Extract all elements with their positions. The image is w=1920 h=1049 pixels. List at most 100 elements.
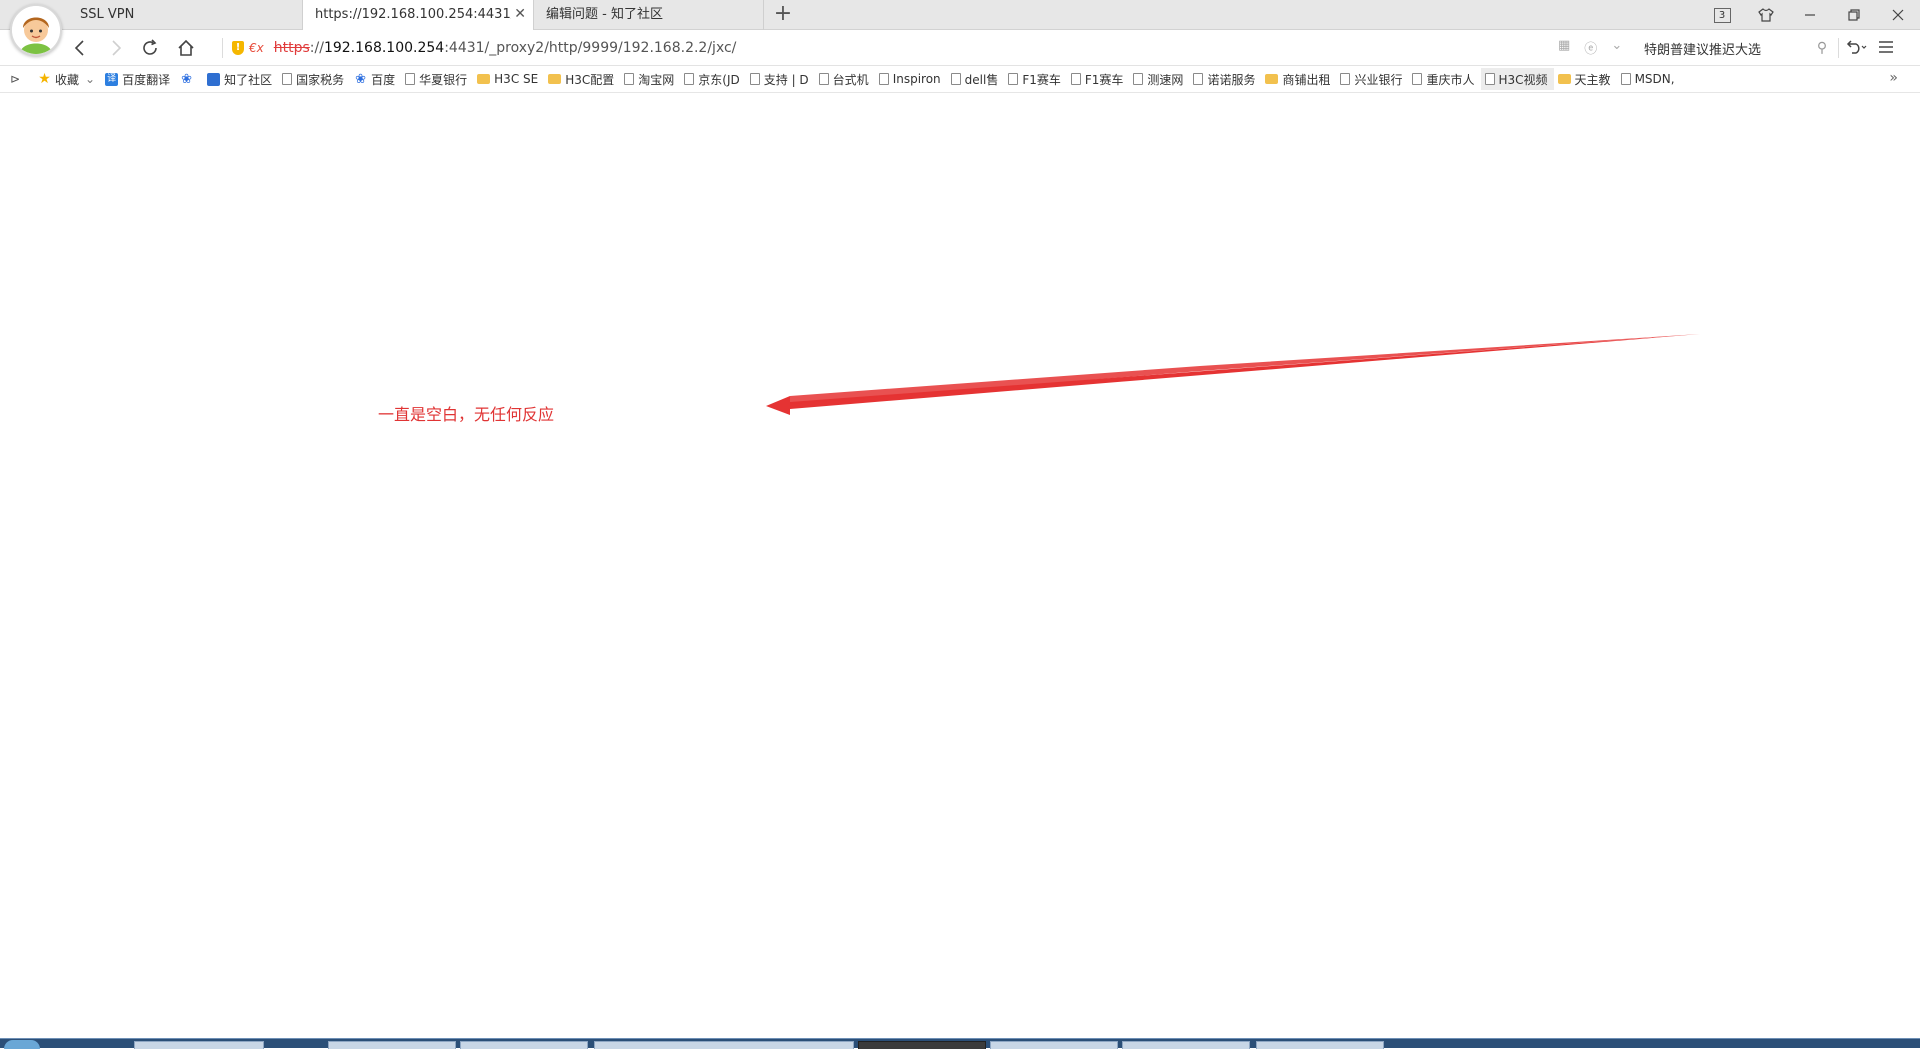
bookmark-item[interactable]: Inspiron (875, 68, 947, 90)
star-icon: ★ (38, 70, 51, 87)
bookmark-item[interactable]: 兴业银行 (1336, 68, 1408, 90)
home-icon (178, 39, 194, 56)
reload-icon (143, 39, 157, 55)
user-avatar[interactable] (10, 4, 62, 56)
annotation-arrow (766, 334, 1700, 415)
folder-icon (477, 74, 491, 84)
translate-icon: 译 (105, 72, 119, 86)
search-icon[interactable]: ⚲ (1812, 40, 1832, 56)
window-controls: 3 (1700, 0, 1920, 30)
page-icon (1070, 73, 1081, 85)
address-tools: ▦ ⓔ ⌄ (1558, 38, 1622, 57)
undo-close-tab-button[interactable] (1846, 38, 1868, 58)
navigation-bar: ! €x https://192.168.100.254:4431/_proxy… (0, 30, 1920, 66)
menu-button[interactable] (1878, 39, 1894, 58)
folder-icon (548, 74, 562, 84)
bookmark-item[interactable]: 国家税务 (278, 68, 350, 90)
page-icon (405, 73, 416, 85)
bookmark-folder[interactable]: 天主教 (1554, 68, 1617, 90)
address-bar[interactable]: ! €x https://192.168.100.254:4431/_proxy… (232, 35, 1592, 61)
tab-label: SSL VPN (80, 7, 135, 22)
restore-button[interactable] (1832, 0, 1876, 30)
page-icon (1620, 73, 1631, 85)
bookmark-favorites[interactable]: ★ 收藏 ⌄ (34, 68, 101, 90)
minimize-icon (1805, 14, 1815, 16)
url-separator: :// (309, 40, 324, 56)
tab-label: https://192.168.100.254:4431/_proxy2/htt… (315, 7, 511, 22)
sidebar-toggle-icon[interactable]: ⊳ (10, 72, 34, 86)
page-icon (1484, 73, 1495, 85)
more-bookmarks-icon[interactable]: » (1889, 70, 1898, 86)
close-icon (1892, 9, 1904, 21)
bookmark-item[interactable]: 诺诺服务 (1189, 68, 1261, 90)
bookmark-item[interactable]: 测速网 (1129, 68, 1189, 90)
bookmark-item[interactable]: ❀ (176, 68, 203, 90)
bookmarks-bar: ⊳ ★ 收藏 ⌄ 译百度翻译 ❀ 知了社区 国家税务 ❀ 百度 华夏银行 H3C SE… (0, 66, 1920, 93)
tab-ssl-vpn[interactable]: SSL VPN (68, 0, 302, 30)
bookmark-item[interactable]: 京东(JD (680, 68, 745, 90)
bookmark-folder[interactable]: 商铺出租 (1261, 68, 1336, 90)
security-warning-icon[interactable]: ! (232, 41, 244, 55)
toolbar-divider (1838, 38, 1839, 58)
bookmark-item[interactable]: 重庆市人 (1408, 68, 1480, 90)
bookmark-item[interactable]: dell售 (947, 68, 1005, 90)
bookmark-item[interactable]: H3C视频 (1480, 68, 1554, 90)
page-icon (878, 73, 889, 85)
new-tab-button[interactable]: + (770, 2, 796, 28)
right-toolbar (1846, 35, 1894, 61)
back-button[interactable] (66, 35, 94, 61)
forward-button[interactable] (102, 35, 130, 61)
baidu-paw-icon: ❀ (355, 71, 367, 87)
bookmark-item[interactable]: F1赛车 (1067, 68, 1130, 90)
tab-count-button[interactable]: 3 (1700, 0, 1744, 30)
tab-label: 编辑问题 - 知了社区 (546, 7, 663, 22)
zhiliao-icon (207, 72, 221, 86)
page-icon (1340, 73, 1351, 85)
tab-strip: SSL VPN https://192.168.100.254:4431/_pr… (0, 0, 1920, 56)
bookmark-item[interactable]: 知了社区 (203, 68, 278, 90)
page-icon (1193, 73, 1204, 85)
chevron-right-icon (112, 40, 122, 56)
page-icon (818, 73, 829, 85)
bookmark-item[interactable]: F1赛车 (1004, 68, 1067, 90)
skin-shirt-button[interactable] (1744, 0, 1788, 30)
taskbar (0, 1038, 1920, 1049)
reload-button[interactable] (136, 35, 164, 61)
page-icon (624, 73, 635, 85)
restore-icon (1848, 9, 1860, 21)
avatar-icon (12, 6, 60, 54)
bookmark-item[interactable]: MSDN, (1617, 68, 1681, 90)
chevron-left-icon (74, 40, 84, 56)
bookmark-folder[interactable]: H3C SE (473, 68, 544, 90)
certificate-error-icon[interactable]: €x (249, 41, 264, 55)
page-content: 一直是空白，无任何反应 (0, 93, 1920, 1038)
close-window-button[interactable] (1876, 0, 1920, 30)
undo-icon (1846, 40, 1867, 54)
tab-edit-question[interactable]: 编辑问题 - 知了社区 (534, 0, 764, 30)
bookmark-item[interactable]: 淘宝网 (620, 68, 680, 90)
page-icon (749, 73, 760, 85)
qr-code-icon[interactable]: ▦ (1558, 38, 1570, 57)
shirt-icon (1758, 8, 1774, 22)
hamburger-menu-icon (1879, 40, 1893, 53)
chevron-down-icon[interactable]: ⌄ (1611, 38, 1622, 57)
bookmark-item[interactable]: ❀ 百度 (350, 68, 401, 90)
bookmark-folder[interactable]: H3C配置 (544, 68, 620, 90)
bookmark-item[interactable]: 支持 | D (746, 68, 815, 90)
page-icon (1412, 73, 1423, 85)
page-icon (684, 73, 695, 85)
bookmark-item[interactable]: 华夏银行 (401, 68, 473, 90)
search-input[interactable]: 特朗普建议推迟大选 (1636, 39, 1812, 58)
ie-compat-icon[interactable]: ⓔ (1584, 38, 1597, 57)
close-icon[interactable]: ✕ (514, 0, 526, 29)
chevron-down-icon: ⌄ (85, 72, 96, 86)
bookmark-item[interactable]: 译百度翻译 (101, 68, 176, 90)
arrow-shape (766, 334, 1700, 415)
home-button[interactable] (172, 35, 200, 61)
search-box[interactable]: 特朗普建议推迟大选 ⚲ (1636, 35, 1832, 61)
tab-proxy-active[interactable]: https://192.168.100.254:4431/_proxy2/htt… (302, 0, 534, 31)
url-host: 192.168.100.254 (323, 40, 445, 56)
bookmark-item[interactable]: 台式机 (815, 68, 875, 90)
minimize-button[interactable] (1788, 0, 1832, 30)
page-icon (1133, 73, 1144, 85)
